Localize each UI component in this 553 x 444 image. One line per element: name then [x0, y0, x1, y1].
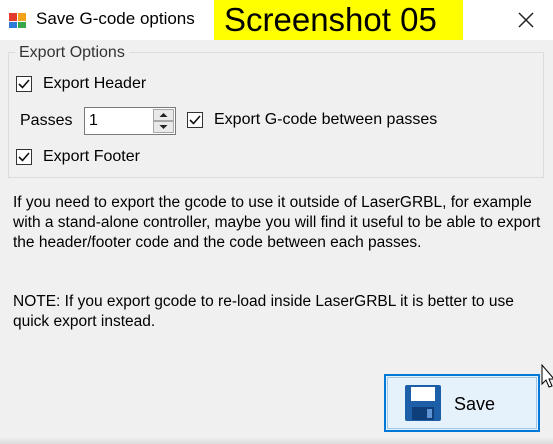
note-paragraph: NOTE: If you export gcode to re-load ins… — [13, 293, 514, 330]
passes-stepper[interactable]: 1 — [84, 107, 176, 135]
spin-up-icon — [159, 113, 168, 117]
check-icon — [18, 79, 30, 89]
export-footer-label[interactable]: Export Footer — [43, 148, 140, 166]
save-button[interactable]: Save — [384, 374, 540, 432]
export-footer-checkbox[interactable] — [16, 149, 32, 165]
spin-down-button[interactable] — [153, 121, 174, 133]
close-icon — [518, 12, 534, 28]
window-title: Save G-code options — [36, 9, 195, 28]
description-paragraph: If you need to export the gcode to use i… — [13, 194, 541, 251]
check-icon — [18, 152, 30, 162]
mouse-cursor-icon — [541, 364, 553, 388]
spin-up-button[interactable] — [153, 109, 174, 121]
export-header-label[interactable]: Export Header — [43, 75, 146, 93]
window-bottom-edge — [0, 437, 553, 444]
spin-down-icon — [159, 125, 168, 129]
check-icon — [189, 115, 201, 125]
export-options-legend: Export Options — [15, 44, 129, 62]
export-between-passes-checkbox[interactable] — [187, 112, 203, 128]
export-header-checkbox[interactable] — [16, 76, 32, 92]
close-button[interactable] — [503, 0, 549, 40]
passes-label: Passes — [20, 112, 73, 129]
passes-spinner — [153, 109, 174, 133]
title-bar: Save G-code options Screenshot 05 — [0, 0, 553, 40]
app-icon — [9, 13, 26, 28]
floppy-disk-icon — [405, 385, 441, 421]
export-between-passes-label[interactable]: Export G-code between passes — [214, 111, 437, 129]
screenshot-caption: Screenshot 05 — [214, 0, 463, 40]
passes-value[interactable]: 1 — [89, 112, 98, 130]
save-label: Save — [454, 394, 496, 414]
